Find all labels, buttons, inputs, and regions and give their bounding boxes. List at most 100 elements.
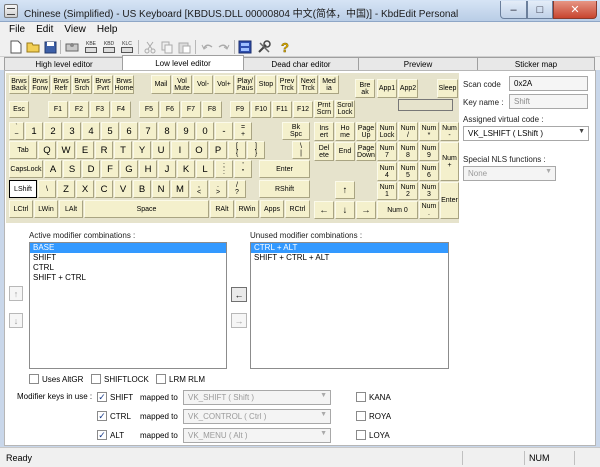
key-mail[interactable]: Mail xyxy=(151,75,171,94)
menu-edit[interactable]: Edit xyxy=(36,24,53,35)
key-o[interactable]: O xyxy=(190,141,208,159)
key-page-down[interactable]: Page Down xyxy=(356,142,376,161)
key-num-6[interactable]: Num 6 xyxy=(419,162,439,181)
key-right-arrow[interactable]: → xyxy=(356,201,376,219)
key-3[interactable]: 3 xyxy=(63,122,81,140)
key-f1[interactable]: F1 xyxy=(48,101,68,118)
list-item[interactable]: SHIFT + CTRL + ALT xyxy=(251,253,448,263)
key-num-2[interactable]: Num 2 xyxy=(398,182,418,200)
key-num-decimal[interactable]: Num . xyxy=(419,201,439,219)
key-brws-home[interactable]: Brws Home xyxy=(114,75,134,94)
list-item[interactable]: CTRL xyxy=(30,263,226,273)
key-6[interactable]: 6 xyxy=(120,122,138,140)
key-prnt-scrn[interactable]: Prnt Scrn xyxy=(314,100,334,118)
key-down-arrow[interactable]: ↓ xyxy=(335,201,355,219)
key-comma[interactable]: , < xyxy=(190,180,208,198)
key-r[interactable]: R xyxy=(95,141,113,159)
key-left-arrow[interactable]: ← xyxy=(314,201,334,219)
key-u[interactable]: U xyxy=(152,141,170,159)
key-f2[interactable]: F2 xyxy=(69,101,89,118)
key-num-plus[interactable]: Num + xyxy=(440,142,459,181)
paste-icon[interactable] xyxy=(176,39,192,55)
key-g[interactable]: G xyxy=(120,160,138,178)
key-oem-102[interactable]: \ xyxy=(38,180,56,198)
list-item[interactable]: CTRL + ALT xyxy=(251,243,448,253)
key-media[interactable]: Med ia xyxy=(319,75,339,94)
nls-function-select[interactable]: None ▼ xyxy=(463,166,556,181)
key-esc[interactable]: Esc xyxy=(9,101,29,118)
key-vol-up[interactable]: Vol+ xyxy=(214,75,234,94)
key-w[interactable]: W xyxy=(57,141,75,159)
ctrl-checkbox[interactable]: ✓ xyxy=(97,411,107,421)
ime-icon[interactable] xyxy=(237,39,253,55)
key-num-9[interactable]: Num 9 xyxy=(419,142,439,161)
key-enter[interactable]: Enter xyxy=(259,160,310,178)
key-sleep[interactable]: Sleep xyxy=(437,79,458,98)
key-app2[interactable]: App2 xyxy=(398,79,418,98)
tab-dead-char-editor[interactable]: Dead char editor xyxy=(243,57,359,70)
key-lshift[interactable]: LShift xyxy=(9,180,37,198)
key-backspace[interactable]: Bk Spc xyxy=(282,122,310,140)
key-brws-forw[interactable]: Brws Forw xyxy=(30,75,50,94)
key-a[interactable]: A xyxy=(44,160,62,178)
key-e[interactable]: E xyxy=(76,141,94,159)
menu-file[interactable]: File xyxy=(9,24,25,35)
key-num-1[interactable]: Num 1 xyxy=(377,182,397,200)
key-delete[interactable]: Del ete xyxy=(314,142,334,161)
key-f12[interactable]: F12 xyxy=(293,101,313,118)
key-semicolon[interactable]: ; : xyxy=(215,160,233,178)
copy-icon[interactable] xyxy=(159,39,175,55)
key-lalt[interactable]: LAlt xyxy=(59,200,83,218)
key-equals[interactable]: = + xyxy=(234,122,252,140)
key-h[interactable]: H xyxy=(139,160,157,178)
key-num-7[interactable]: Num 7 xyxy=(377,142,397,161)
key-f11[interactable]: F11 xyxy=(272,101,292,118)
key-7[interactable]: 7 xyxy=(139,122,157,140)
key-4[interactable]: 4 xyxy=(82,122,100,140)
key-ralt[interactable]: RAlt xyxy=(210,200,234,218)
key-quote[interactable]: ' " xyxy=(234,160,252,178)
kbd-import-icon[interactable]: KBD xyxy=(101,39,117,55)
kana-checkbox[interactable] xyxy=(356,392,366,402)
key-up-arrow[interactable]: ↑ xyxy=(335,181,355,199)
shift-checkbox[interactable]: ✓ xyxy=(97,392,107,402)
key-t[interactable]: T xyxy=(114,141,132,159)
key-play-pause[interactable]: Play/ Paus xyxy=(235,75,255,94)
key-insert[interactable]: Ins ert xyxy=(314,122,334,141)
list-item[interactable]: SHIFT + CTRL xyxy=(30,273,226,283)
list-item[interactable]: BASE xyxy=(30,243,226,253)
tab-low-level-editor[interactable]: Low level editor xyxy=(122,55,244,70)
key-x[interactable]: X xyxy=(76,180,94,198)
key-9[interactable]: 9 xyxy=(177,122,195,140)
key-brws-refr[interactable]: Brws Refr xyxy=(51,75,71,94)
key-prev-track[interactable]: Prev Trck xyxy=(277,75,297,94)
key-f4[interactable]: F4 xyxy=(111,101,131,118)
key-stop[interactable]: Stop xyxy=(256,75,276,94)
klc-import-icon[interactable]: KLC xyxy=(119,39,135,55)
key-slash[interactable]: / ? xyxy=(228,180,246,198)
key-break[interactable]: Bre ak xyxy=(355,79,375,98)
key-capslock[interactable]: CapsLock xyxy=(9,160,43,178)
tab-preview[interactable]: Preview xyxy=(358,57,478,70)
list-item[interactable]: SHIFT xyxy=(30,253,226,263)
keyboard-load-icon[interactable] xyxy=(64,39,80,55)
redo-icon[interactable] xyxy=(215,39,231,55)
key-num-4[interactable]: Num 4 xyxy=(377,162,397,181)
undo-icon[interactable] xyxy=(199,39,215,55)
key-lctrl[interactable]: LCtrl xyxy=(9,200,33,218)
key-q[interactable]: Q xyxy=(38,141,56,159)
key-f10[interactable]: F10 xyxy=(251,101,271,118)
key-k[interactable]: K xyxy=(177,160,195,178)
key-num-5[interactable]: Num 5 xyxy=(398,162,418,181)
shiftlock-checkbox[interactable] xyxy=(91,374,101,384)
key-minus[interactable]: - xyxy=(215,122,233,140)
lrm-rlm-checkbox[interactable] xyxy=(156,374,166,384)
minimize-button[interactable]: – xyxy=(500,1,527,19)
key-num-0[interactable]: Num 0 xyxy=(377,201,418,219)
active-combinations-list[interactable]: BASE SHIFT CTRL SHIFT + CTRL xyxy=(29,242,227,369)
key-lwin[interactable]: LWin xyxy=(34,200,58,218)
key-home[interactable]: Ho me xyxy=(335,122,355,141)
key-2[interactable]: 2 xyxy=(44,122,62,140)
tools-icon[interactable] xyxy=(256,39,272,55)
key-z[interactable]: Z xyxy=(57,180,75,198)
